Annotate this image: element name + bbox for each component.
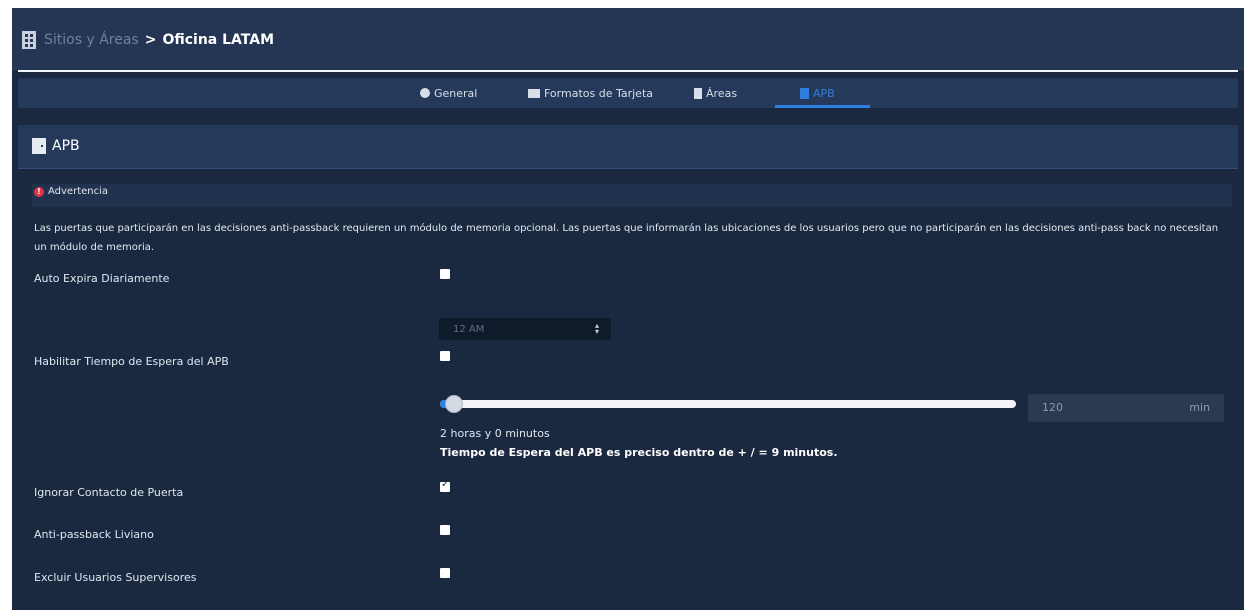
timeout-unit: min: [1189, 401, 1210, 414]
tab-general[interactable]: General: [420, 78, 477, 108]
tab-label: General: [434, 86, 478, 100]
building-icon: [694, 87, 702, 99]
tab-label: Áreas: [706, 86, 738, 100]
timeout-duration-text: 2 horas y 0 minutos: [440, 427, 550, 440]
warning-title-text: Advertencia: [48, 186, 109, 197]
tab-label: Formatos de Tarjeta: [544, 86, 654, 100]
soft-apb-checkbox[interactable]: [440, 525, 450, 535]
alert-icon: !: [34, 186, 44, 197]
tab-areas[interactable]: Áreas: [694, 78, 737, 108]
app-frame: Sitios y Áreas > Oficina LATAM General F…: [12, 8, 1244, 610]
timeout-minutes-input[interactable]: 120 min: [1028, 394, 1224, 422]
exclude-supervisors-label: Excluir Usuarios Supervisores: [34, 571, 197, 584]
ignore-door-contact-label: Ignorar Contacto de Puerta: [34, 486, 184, 499]
section-title-text: APB: [52, 138, 80, 154]
tab-bar: General Formatos de Tarjeta Áreas APB: [18, 78, 1238, 108]
header-divider: [18, 70, 1238, 72]
warning-header: [32, 184, 1232, 207]
auto-expire-checkbox[interactable]: [440, 269, 450, 279]
warning-message: Las puertas que participarán en las deci…: [34, 223, 1219, 253]
id-card-icon: [528, 88, 540, 98]
gear-icon: [420, 88, 430, 98]
apb-timeout-checkbox[interactable]: [440, 351, 450, 361]
breadcrumb-parent-link[interactable]: Sitios y Áreas: [44, 32, 139, 48]
page-header: Sitios y Áreas > Oficina LATAM: [12, 8, 1244, 71]
door-icon: [32, 138, 46, 154]
breadcrumb: Sitios y Áreas > Oficina LATAM: [22, 28, 274, 52]
timeout-accuracy-text: Tiempo de Espera del APB es preciso dent…: [440, 446, 838, 459]
breadcrumb-current: Oficina LATAM: [162, 32, 275, 48]
section-title: APB: [32, 138, 80, 154]
tab-card-formats[interactable]: Formatos de Tarjeta: [528, 78, 653, 108]
timeout-slider-track[interactable]: [440, 400, 1016, 408]
ignore-door-contact-checkbox[interactable]: [440, 479, 450, 492]
apb-timeout-label: Habilitar Tiempo de Espera del APB: [34, 355, 229, 368]
tab-apb[interactable]: APB: [800, 78, 835, 108]
expire-time-select[interactable]: 12 AM ▴ ▾: [439, 318, 611, 340]
tab-label: APB: [813, 86, 835, 100]
auto-expire-label: Auto Expira Diariamente: [34, 272, 170, 285]
exclude-supervisors-checkbox[interactable]: [440, 568, 450, 578]
door-icon: [800, 87, 809, 99]
select-arrows-icon: ▴ ▾: [594, 321, 599, 336]
expire-time-value: 12 AM: [453, 323, 485, 335]
timeout-minutes-value: 120: [1042, 401, 1063, 414]
warning-title: ! Advertencia: [34, 186, 108, 197]
soft-apb-label: Anti-passback Liviano: [34, 528, 154, 541]
timeout-slider-thumb[interactable]: [445, 395, 463, 413]
building-icon: [22, 31, 36, 49]
breadcrumb-separator: >: [144, 32, 157, 48]
section-header: APB: [18, 125, 1238, 169]
active-tab-indicator: [775, 105, 870, 108]
